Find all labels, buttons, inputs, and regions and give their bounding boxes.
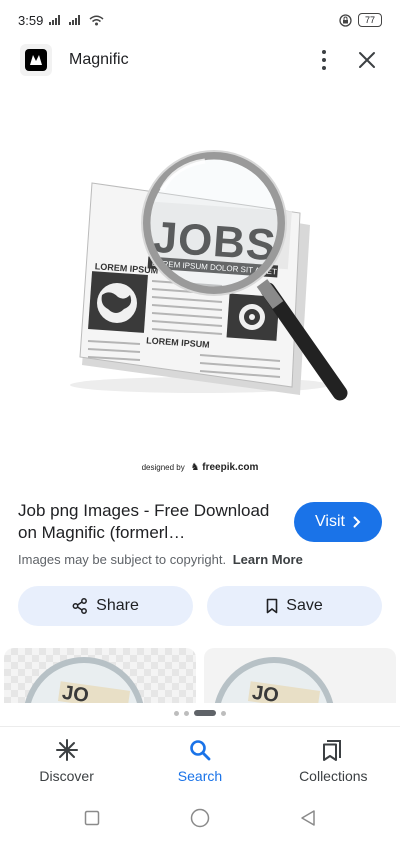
nav-discover-label: Discover (39, 768, 94, 784)
recents-icon[interactable] (84, 810, 100, 826)
save-button[interactable]: Save (207, 586, 382, 626)
related-image-1-art: JO (24, 657, 144, 703)
status-left: 3:59 (18, 13, 104, 28)
pager-dot-active (194, 710, 216, 716)
close-icon[interactable] (358, 51, 376, 69)
visit-button[interactable]: Visit (294, 502, 382, 542)
related-image-2-art: JO (214, 657, 334, 703)
nav-search[interactable]: Search (140, 738, 260, 784)
discover-icon (55, 739, 78, 761)
status-time: 3:59 (18, 12, 44, 28)
share-button[interactable]: Share (18, 586, 193, 626)
svg-text:JO: JO (251, 682, 280, 703)
image-preview[interactable]: JOBS LOREM IPSUM DOLOR SIT AMET LOREM IP… (0, 95, 400, 485)
related-image-1[interactable]: JO (4, 648, 196, 703)
svg-text:JO: JO (61, 682, 90, 703)
freepik-icon: ♞ (190, 462, 200, 473)
image-credit: designed by ♞ freepik.com (0, 462, 400, 473)
home-icon[interactable] (190, 808, 210, 828)
learn-more-link[interactable]: Learn More (233, 552, 303, 567)
nav-search-label: Search (177, 768, 223, 784)
lock-status-icon (339, 13, 352, 27)
app-header: Magnific (0, 40, 400, 80)
visit-label: Visit (315, 513, 345, 530)
credit-prefix: designed by (141, 463, 185, 472)
pager-dot (221, 710, 226, 716)
status-right: 77 (339, 13, 382, 27)
chevron-right-icon (353, 516, 361, 528)
signal-icon (49, 15, 61, 25)
bottom-nav: Discover Search Collections (0, 726, 400, 795)
result-title[interactable]: Job png Images - Free Download on Magnif… (18, 500, 288, 544)
pager-dot (184, 710, 189, 716)
carousel-pager (0, 710, 400, 716)
result-title-row: Job png Images - Free Download on Magnif… (18, 500, 382, 544)
collections-icon (323, 740, 342, 761)
copyright-note: Images may be subject to copyright. Lear… (18, 552, 382, 567)
app-title: Magnific (69, 51, 129, 68)
nav-collections-label: Collections (299, 768, 368, 784)
wifi-icon (89, 15, 104, 25)
action-row: Share Save (18, 586, 382, 626)
signal-icon-2 (69, 15, 81, 25)
more-vert-icon[interactable] (316, 50, 332, 70)
magnific-logo-icon (20, 44, 52, 76)
status-bar: 3:59 77 (0, 0, 400, 40)
battery-indicator: 77 (358, 13, 382, 27)
back-icon[interactable] (300, 809, 316, 827)
search-icon (190, 740, 211, 761)
header-actions (316, 50, 376, 70)
bookmark-icon (266, 598, 278, 614)
nav-collections[interactable]: Collections (273, 738, 393, 784)
pager-dot (174, 710, 179, 716)
related-image-2[interactable]: JO (204, 648, 396, 703)
nav-discover[interactable]: Discover (7, 738, 127, 784)
related-images: JO JO (4, 648, 400, 703)
save-label: Save (286, 597, 323, 614)
share-label: Share (96, 597, 139, 614)
copyright-text: Images may be subject to copyright. (18, 552, 227, 567)
system-nav (0, 800, 400, 836)
jobs-newspaper-image: JOBS LOREM IPSUM DOLOR SIT AMET LOREM IP… (70, 150, 348, 401)
share-icon (72, 598, 88, 614)
credit-name: freepik.com (202, 462, 259, 473)
